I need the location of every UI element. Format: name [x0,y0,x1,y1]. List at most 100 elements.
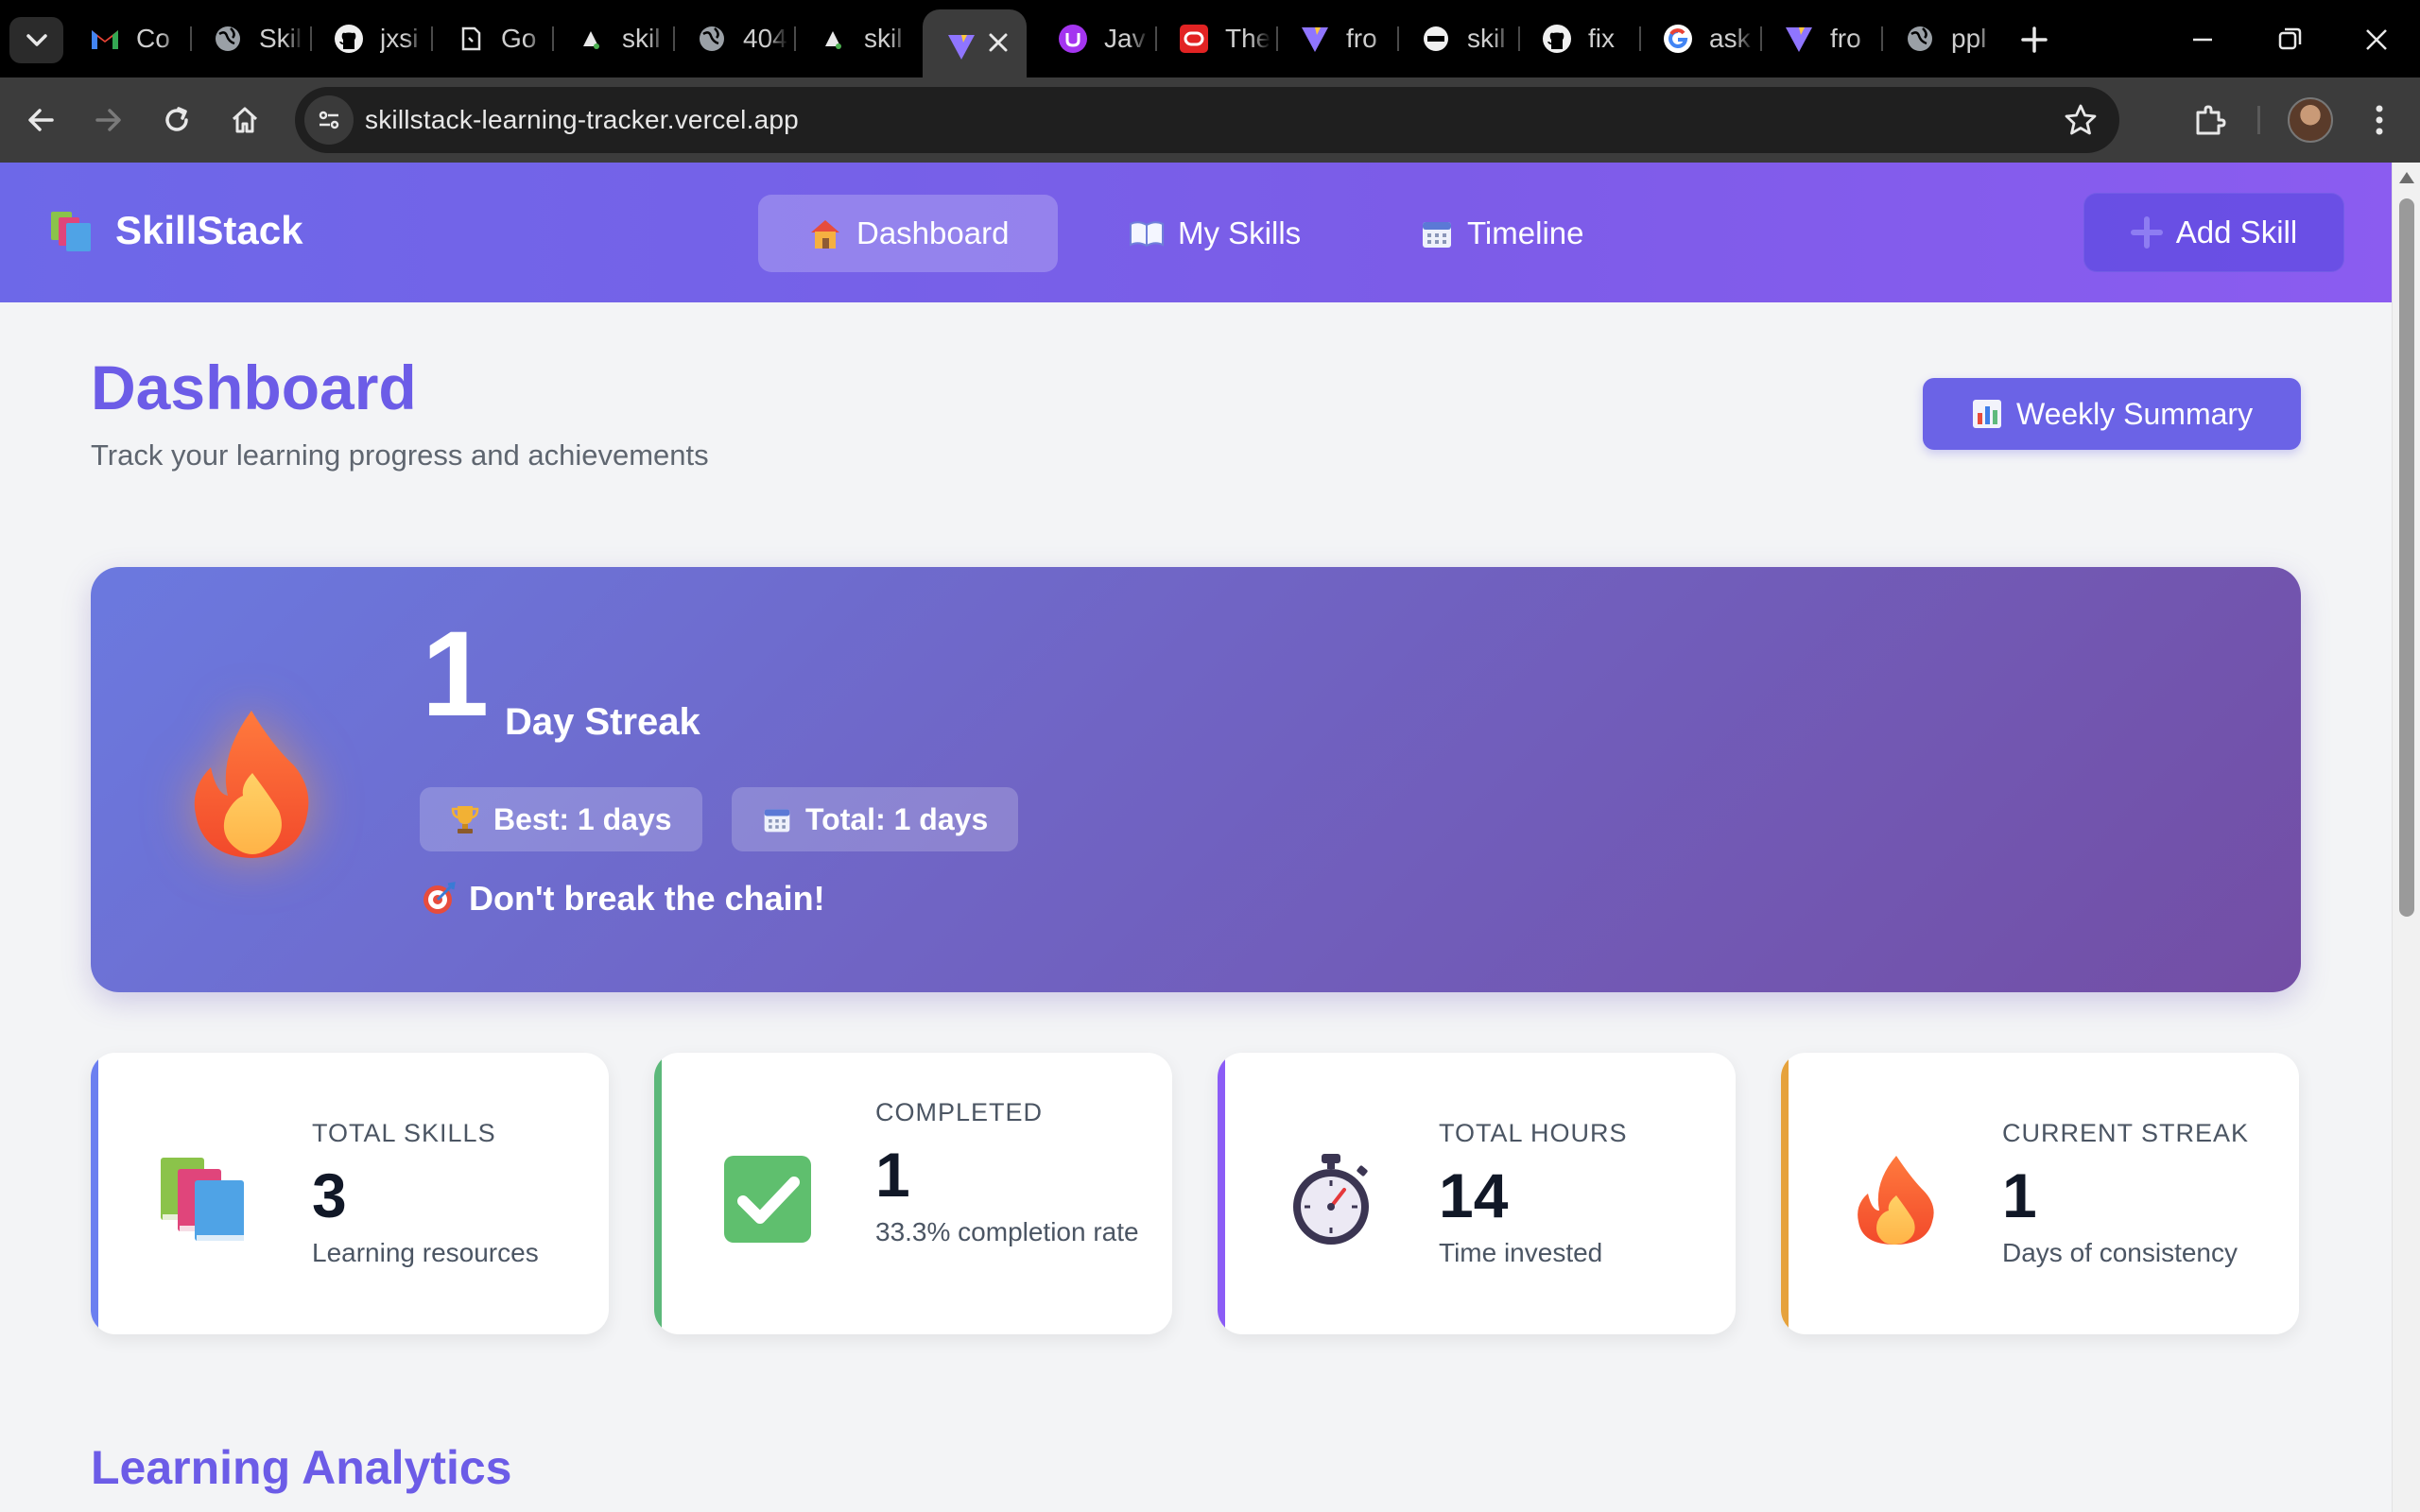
tab-title: 404 [743,24,787,53]
plus-icon [2130,216,2163,249]
best-streak-text: Best: 1 days [493,801,672,836]
browser-menu-button[interactable] [2358,98,2401,142]
target-icon [424,882,456,914]
browser-tab[interactable]: Jav [1034,15,1155,62]
reload-button[interactable] [155,98,199,142]
nav-dashboard[interactable]: Dashboard [758,195,1059,272]
window-close-icon[interactable] [2356,19,2397,60]
vite-icon [945,30,977,62]
total-days-text: Total: 1 days [805,801,989,836]
page-icon [454,23,486,55]
tab-title: The [1225,24,1270,53]
new-tab-icon[interactable] [2014,19,2055,60]
browser-tab[interactable]: skil [552,15,673,62]
fire-icon [1858,1156,1934,1245]
tab-title: jxsi [380,24,419,53]
nav-my-skills-label: My Skills [1178,215,1302,250]
browser-tab[interactable]: fro [1760,15,1881,62]
home-button[interactable] [223,98,267,142]
streak-count: 1 [422,607,490,742]
stat-description: 33.3% completion rate [875,1217,1139,1246]
weekly-summary-button[interactable]: Weekly Summary [1923,378,2301,450]
browser-tab[interactable]: skil [794,15,915,62]
best-streak-badge: Best: 1 days [420,787,702,851]
browser-tab[interactable]: The [1155,15,1276,62]
tab-title: Co [136,24,170,53]
tab-title: skil [864,24,903,53]
browser-tab[interactable]: 404 [673,15,794,62]
page-scrollbar[interactable] [2392,163,2420,1512]
browser-tab[interactable]: Co [66,15,189,62]
triangle-icon [817,23,849,55]
stat-value: 1 [2002,1160,2037,1230]
oracle-icon [1178,23,1210,55]
url-text[interactable]: skillstack-learning-tracker.vercel.app [365,105,799,135]
total-days-badge: Total: 1 days [732,787,1019,851]
page-viewport: SkillStack Dashboard My Skills Timeline … [0,163,2392,1512]
calendar-icon [1423,222,1451,248]
browser-tab[interactable]: skil [1397,15,1518,62]
home-icon [232,107,258,133]
books-icon [51,212,91,251]
stat-card-current-streak: CURRENT STREAK 1 Days of consistency [1781,1053,2299,1334]
trophy-icon [451,806,479,833]
github-icon [333,23,365,55]
puzzle-icon [2196,105,2226,135]
extensions-button[interactable] [2187,98,2231,142]
browser-tab[interactable]: ask [1639,15,1760,62]
google-icon [1662,23,1694,55]
site-info-icon[interactable] [304,95,354,145]
add-skill-label: Add Skill [2175,215,2298,249]
browser-tab-strip: Co Skil jxsi Go skil 404 skil Jav The fr… [0,0,2420,77]
nav-timeline[interactable]: Timeline [1371,195,1633,272]
nav-my-skills[interactable]: My Skills [1080,195,1350,272]
triangle-icon [575,23,607,55]
browser-tab-active[interactable] [923,9,1027,77]
streak-label: Day Streak [505,701,700,743]
browser-tab[interactable]: fix [1518,15,1639,62]
forward-button[interactable] [87,98,130,142]
bookmark-star-icon[interactable] [2063,102,2099,138]
github-icon [1541,23,1573,55]
tab-title: skil [622,24,661,53]
nav-dashboard-label: Dashboard [856,215,1010,250]
tab-title: fro [1346,24,1377,53]
nav-timeline-label: Timeline [1467,215,1584,250]
browser-tab[interactable]: ppl [1881,15,2002,62]
tab-title: fix [1588,24,1615,53]
tab-search-button[interactable] [9,17,63,63]
stat-card-total-hours: TOTAL HOURS 14 Time invested [1218,1053,1736,1334]
browser-tab[interactable]: Skil [189,15,310,62]
restore-icon[interactable] [2269,19,2310,60]
close-icon[interactable] [987,31,1010,54]
bar-chart-icon [1972,400,2001,428]
browser-toolbar: skillstack-learning-tracker.vercel.app [0,77,2420,163]
learning-analytics-heading: Learning Analytics [91,1441,512,1494]
house-icon [811,220,839,249]
check-icon [724,1156,811,1243]
brand-name: SkillStack [115,208,303,252]
vite-icon [1783,23,1815,55]
tab-title: ppl [1951,24,1987,53]
brand-logo[interactable]: SkillStack [49,208,302,253]
more-vert-icon [2376,105,2383,135]
chevron-down-icon [26,33,47,46]
browser-tab[interactable]: fro [1276,15,1397,62]
scrollbar-thumb[interactable] [2399,198,2414,917]
open-book-icon [1130,221,1164,248]
minimize-icon[interactable] [2182,19,2223,60]
back-button[interactable] [19,98,62,142]
vite-icon [1299,23,1331,55]
profile-avatar[interactable] [2288,97,2333,143]
udemy-icon [1057,23,1089,55]
browser-tab[interactable]: Go [431,15,552,62]
gmail-icon [89,23,121,55]
scroll-up-arrow-icon[interactable] [2399,172,2414,183]
address-bar[interactable]: skillstack-learning-tracker.vercel.app [295,87,2119,153]
stat-label: TOTAL HOURS [1439,1119,1628,1147]
browser-tab[interactable]: jxsi [310,15,431,62]
stat-value: 1 [875,1140,910,1210]
stopwatch-icon [1293,1154,1369,1245]
streak-banner: 1 Day Streak Best: 1 days Total: 1 days … [91,567,2301,992]
add-skill-button[interactable]: Add Skill [2083,193,2344,272]
